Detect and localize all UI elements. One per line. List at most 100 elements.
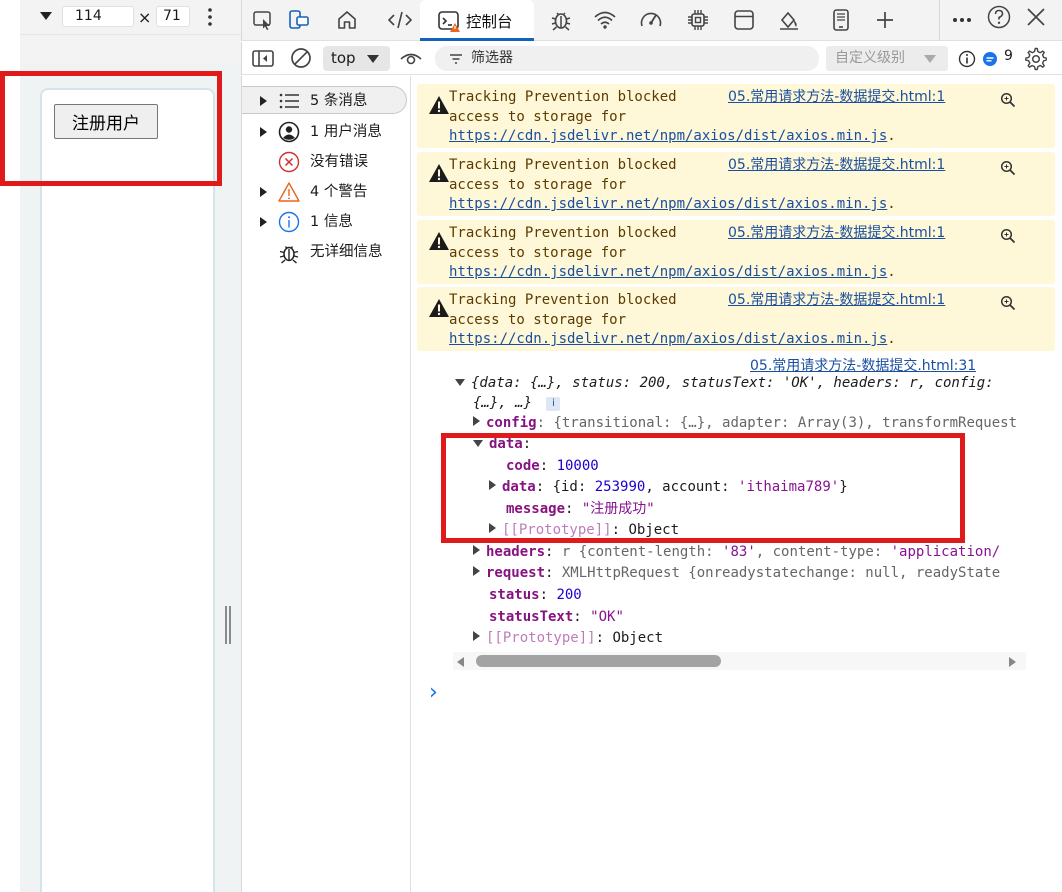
- chevron-down-icon: [924, 55, 936, 63]
- sidebar-item-info[interactable]: 1 信息: [242, 208, 407, 236]
- mobile-device-icon[interactable]: [828, 7, 854, 33]
- console-prompt-icon[interactable]: ›: [429, 680, 438, 705]
- application-window-icon[interactable]: [731, 7, 757, 33]
- warning-source-link[interactable]: 05.常用请求方法-数据提交.html:1: [728, 224, 945, 244]
- dimension-separator: ×: [138, 8, 152, 27]
- collapse-arrow-icon[interactable]: [455, 379, 465, 386]
- live-expression-eye-icon[interactable]: [400, 50, 422, 67]
- warning-url-link[interactable]: https://cdn.jsdelivr.net/npm/axios/dist/…: [449, 331, 887, 347]
- expand-arrow-icon[interactable]: [473, 631, 480, 641]
- context-select[interactable]: top: [323, 46, 390, 71]
- search-icon[interactable]: [1000, 92, 1016, 108]
- sidebar-item-label: 没有错误: [310, 154, 368, 170]
- warning-triangle-icon: [428, 95, 450, 115]
- prop-key: request: [486, 565, 546, 581]
- expand-arrow-icon[interactable]: [473, 416, 480, 426]
- device-viewport: [40, 88, 215, 892]
- filter-input[interactable]: 筛选器: [435, 46, 819, 71]
- error-icon: [278, 151, 300, 173]
- prop-key: statusText: [489, 609, 574, 625]
- scroll-right-icon[interactable]: [1009, 657, 1016, 667]
- prop-value: {transitional: {…}, adapter: Array(3), t…: [553, 415, 1018, 431]
- device-height-value: 71: [163, 8, 181, 24]
- expand-arrow-icon[interactable]: [260, 96, 267, 106]
- toggle-sidebar-icon[interactable]: [252, 50, 274, 67]
- response-summary: {data: {…}, status: 200, statusText: 'OK…: [471, 375, 994, 391]
- issues-info-icon[interactable]: [958, 50, 976, 68]
- warning-url-link[interactable]: https://cdn.jsdelivr.net/npm/axios/dist/…: [449, 196, 887, 212]
- console-icon: [437, 9, 461, 33]
- warning-line-2: access to storage for: [449, 176, 627, 193]
- sidebar-item-warnings[interactable]: 4 个警告: [242, 178, 407, 206]
- search-icon[interactable]: [1000, 295, 1016, 311]
- warning-source-link[interactable]: 05.常用请求方法-数据提交.html:1: [728, 156, 945, 176]
- more-options-icon[interactable]: [208, 8, 212, 26]
- elements-tab-icon[interactable]: [387, 7, 413, 33]
- prop-value-part: , content-type:: [755, 544, 891, 560]
- warning-source-link[interactable]: 05.常用请求方法-数据提交.html:1: [728, 291, 945, 311]
- expand-arrow-icon[interactable]: [260, 127, 267, 137]
- memory-chip-icon[interactable]: [685, 7, 711, 33]
- help-icon[interactable]: [986, 4, 1012, 30]
- response-summary-2: {…}, …}: [473, 395, 533, 411]
- close-devtools-icon[interactable]: [1023, 4, 1049, 30]
- warning-line-2: access to storage for: [449, 311, 627, 328]
- more-tools-icon[interactable]: [949, 7, 975, 33]
- settings-gear-icon[interactable]: [1024, 47, 1048, 71]
- device-emulation-icon[interactable]: [286, 7, 312, 33]
- warning-url-link[interactable]: https://cdn.jsdelivr.net/npm/axios/dist/…: [449, 128, 887, 144]
- prop-value: XMLHttpRequest {onreadystatechange: null…: [561, 565, 1001, 581]
- sources-bug-icon[interactable]: [548, 7, 574, 33]
- performance-gauge-icon[interactable]: [638, 7, 664, 33]
- expand-arrow-icon[interactable]: [260, 217, 267, 227]
- scroll-left-icon[interactable]: [457, 657, 464, 667]
- pane-resize-handle[interactable]: [225, 606, 231, 644]
- css-overview-icon[interactable]: [776, 7, 802, 33]
- prop-prototype[interactable]: [[Prototype]]: Object: [473, 628, 663, 649]
- info-icon: [278, 211, 300, 233]
- console-toolbar: top 筛选器 自定义级别 9: [241, 42, 1062, 75]
- add-tool-plus-icon[interactable]: [872, 7, 898, 33]
- filter-placeholder: 筛选器: [471, 50, 513, 66]
- search-icon[interactable]: [1000, 160, 1016, 176]
- warning-message: Tracking Prevention blocked access to st…: [417, 287, 1055, 351]
- welcome-home-icon[interactable]: [334, 7, 360, 33]
- sidebar-item-user-messages[interactable]: 1 用户消息: [242, 118, 407, 146]
- devtools-toolbar: 控制台: [241, 0, 1062, 41]
- response-summary-line[interactable]: {data: {…}, status: 200, statusText: 'OK…: [455, 373, 1025, 394]
- prop-status: status: 200: [489, 587, 582, 603]
- log-levels-select[interactable]: 自定义级别: [826, 46, 948, 71]
- prop-request[interactable]: request: XMLHttpRequest {onreadystatecha…: [473, 563, 1028, 584]
- warning-url-link[interactable]: https://cdn.jsdelivr.net/npm/axios/dist/…: [449, 264, 887, 280]
- device-height-input[interactable]: 71: [156, 6, 190, 27]
- device-dropdown-icon[interactable]: [40, 12, 52, 20]
- prop-key: config: [486, 415, 537, 431]
- clear-console-icon[interactable]: [290, 47, 312, 69]
- info-badge-icon[interactable]: i: [546, 397, 561, 411]
- scrollbar-thumb[interactable]: [476, 655, 721, 667]
- tab-console[interactable]: 控制台: [420, 0, 534, 41]
- inspect-element-icon[interactable]: [250, 7, 276, 33]
- expand-arrow-icon[interactable]: [473, 545, 480, 555]
- console-output: Tracking Prevention blocked access to st…: [411, 76, 1062, 892]
- horizontal-scrollbar[interactable]: [453, 652, 1026, 670]
- prop-value-part: r {content-length:: [561, 544, 723, 560]
- prop-config[interactable]: config: {transitional: {…}, adapter: Arr…: [473, 413, 1033, 434]
- issues-chat-icon[interactable]: [982, 51, 998, 67]
- expand-arrow-icon[interactable]: [473, 566, 480, 576]
- warning-source-link[interactable]: 05.常用请求方法-数据提交.html:1: [728, 88, 945, 108]
- warning-line-1: Tracking Prevention blocked: [449, 292, 677, 308]
- device-width-input[interactable]: 114: [62, 6, 134, 27]
- warning-url-suffix: .: [887, 128, 896, 144]
- expand-arrow-icon[interactable]: [260, 187, 267, 197]
- sidebar-item-verbose[interactable]: 无详细信息: [242, 238, 407, 266]
- network-wifi-icon[interactable]: [592, 7, 618, 33]
- sidebar-item-label: 4 个警告: [310, 184, 368, 200]
- user-icon: [278, 121, 300, 143]
- search-icon[interactable]: [1000, 228, 1016, 244]
- highlight-box-data: [441, 433, 965, 543]
- sidebar-item-messages[interactable]: 5 条消息: [242, 86, 407, 114]
- sidebar-item-errors[interactable]: 没有错误: [242, 148, 407, 176]
- warning-icon: [278, 181, 300, 203]
- prop-headers[interactable]: headers: r {content-length: '83', conten…: [473, 542, 1028, 563]
